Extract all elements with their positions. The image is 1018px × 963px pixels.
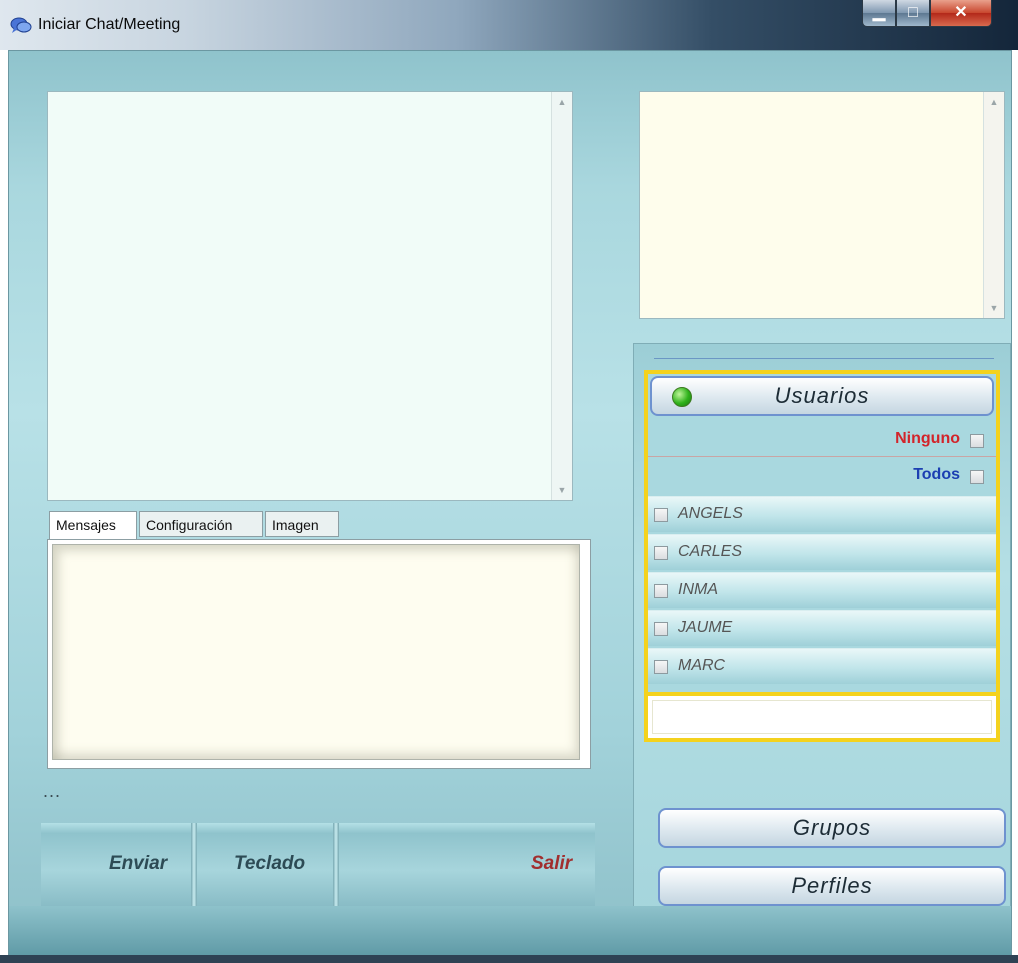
minimize-button[interactable]: ▁ (862, 0, 896, 27)
chat-meeting-window: Iniciar Chat/Meeting ▁ □ ✕ ▲ ▼ Mensajes … (0, 0, 1018, 963)
keyboard-button[interactable]: Teclado (234, 853, 305, 875)
user-name: CARLES (678, 543, 743, 560)
tab-configuracion-label: Configuración (146, 517, 233, 533)
tab-imagen-label: Imagen (272, 517, 319, 533)
window-title: Iniciar Chat/Meeting (38, 16, 181, 33)
select-all-row: Todos (648, 458, 996, 492)
groups-button-label: Grupos (792, 815, 872, 840)
maximize-icon: □ (908, 4, 918, 21)
user-name: INMA (678, 581, 718, 598)
user-checkbox[interactable] (654, 584, 668, 598)
title-bar[interactable]: Iniciar Chat/Meeting ▁ □ ✕ (0, 0, 1018, 50)
user-row-carles[interactable]: CARLES (648, 534, 996, 570)
tab-imagen[interactable]: Imagen (265, 511, 339, 537)
users-side-panel: Usuarios Ninguno Todos ANGELS CARLES INM… (633, 343, 1011, 925)
scroll-down-arrow-icon[interactable]: ▼ (984, 303, 1004, 313)
users-list-box: Usuarios Ninguno Todos ANGELS CARLES INM… (644, 370, 1000, 696)
button-separator (191, 823, 197, 909)
tab-configuracion[interactable]: Configuración (139, 511, 263, 537)
user-checkbox[interactable] (654, 508, 668, 522)
close-icon: ✕ (954, 4, 968, 21)
select-none-label: Ninguno (895, 430, 960, 447)
online-status-icon (672, 387, 692, 407)
tab-mensajes[interactable]: Mensajes (49, 511, 137, 540)
user-checkbox[interactable] (654, 546, 668, 560)
user-filter-input[interactable] (652, 700, 992, 734)
send-button[interactable]: Enviar (109, 853, 167, 875)
select-all-label: Todos (913, 466, 960, 483)
user-filter-field[interactable] (644, 696, 1000, 742)
user-checkbox[interactable] (654, 660, 668, 674)
tab-mensajes-label: Mensajes (56, 517, 116, 533)
chat-app-icon (10, 17, 32, 33)
select-none-row: Ninguno (648, 422, 996, 457)
user-name: ANGELS (678, 505, 743, 522)
user-row-marc[interactable]: MARC (648, 648, 996, 684)
info-area[interactable]: ▲ ▼ (639, 91, 1005, 319)
user-row-angels[interactable]: ANGELS (648, 496, 996, 532)
window-client-area: ▲ ▼ Mensajes Configuración Imagen ... En… (8, 50, 1012, 957)
user-name: MARC (678, 657, 726, 674)
chat-history-scrollbar[interactable]: ▲ ▼ (551, 92, 572, 500)
select-all-checkbox[interactable] (970, 470, 984, 484)
button-separator (333, 823, 339, 909)
users-header-button[interactable]: Usuarios (650, 376, 994, 416)
user-name: JAUME (678, 619, 733, 636)
exit-button[interactable]: Salir (531, 853, 572, 875)
user-row-inma[interactable]: INMA (648, 572, 996, 608)
user-row-jaume[interactable]: JAUME (648, 610, 996, 646)
scroll-up-arrow-icon[interactable]: ▲ (552, 97, 572, 107)
profiles-button-label: Perfiles (791, 873, 873, 898)
message-input[interactable] (52, 544, 580, 760)
minimize-icon: ▁ (872, 4, 886, 21)
users-header-label: Usuarios (774, 383, 870, 408)
chat-history-area[interactable]: ▲ ▼ (47, 91, 573, 501)
info-area-scrollbar[interactable]: ▲ ▼ (983, 92, 1004, 318)
action-button-bar: Enviar Teclado Salir (41, 823, 595, 909)
maximize-button[interactable]: □ (896, 0, 930, 27)
tab-panel-mensajes (47, 539, 591, 769)
profiles-button[interactable]: Perfiles (658, 866, 1006, 906)
groups-button[interactable]: Grupos (658, 808, 1006, 848)
user-checkbox[interactable] (654, 622, 668, 636)
status-text: ... (43, 781, 62, 801)
bottom-band (9, 906, 1011, 956)
panel-divider (654, 358, 994, 359)
close-button[interactable]: ✕ (930, 0, 992, 27)
scroll-down-arrow-icon[interactable]: ▼ (552, 485, 572, 495)
select-none-checkbox[interactable] (970, 434, 984, 448)
window-bottom-border (0, 955, 1018, 963)
scroll-up-arrow-icon[interactable]: ▲ (984, 97, 1004, 107)
